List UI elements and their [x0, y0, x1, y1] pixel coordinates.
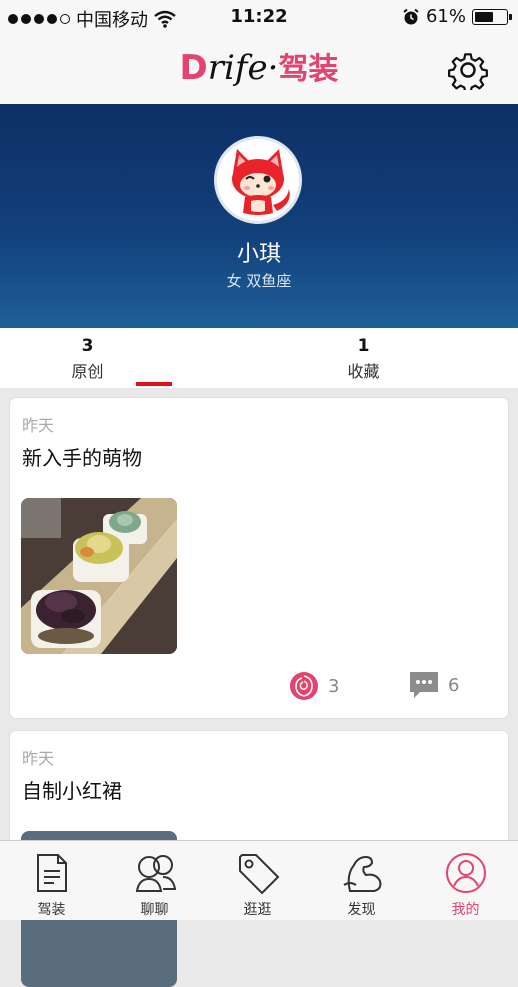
app-logo: Drife·驾装: [0, 48, 518, 90]
post-photo-succulents[interactable]: [21, 498, 177, 654]
tab-favorites-count: 1: [357, 336, 370, 356]
user-gender-zodiac: 女 双鱼座: [226, 272, 292, 290]
nav-item-mine[interactable]: 我的: [414, 841, 517, 921]
user-name: 小琪: [236, 242, 281, 267]
bottom-nav: 驾装 聊聊 逛逛 发现 我的: [0, 840, 518, 920]
logo-letter: D: [179, 48, 208, 88]
chat-people-icon: [135, 855, 177, 892]
post-date: 昨天: [22, 416, 55, 435]
avatar[interactable]: [214, 136, 302, 224]
comment-bubble-icon: [410, 672, 438, 698]
nav-item-discover[interactable]: 发现: [310, 841, 413, 921]
nav-item-browse[interactable]: 逛逛: [206, 841, 309, 921]
alarm-clock-icon: [403, 8, 419, 24]
tab-favorites[interactable]: 1 收藏: [259, 328, 518, 388]
succulent-photo-illustration: [21, 498, 177, 654]
profile-tabs: 3 原创 1 收藏: [0, 328, 518, 388]
muscle-arm-icon: [343, 855, 382, 892]
like-count: 3: [328, 675, 340, 697]
tag-icon: [239, 854, 280, 895]
post-date: 昨天: [22, 749, 55, 768]
nav-item-drive[interactable]: 驾装: [0, 841, 103, 921]
post-card[interactable]: 昨天 新入手的萌物 3 6: [10, 398, 508, 718]
status-right: 61%: [402, 6, 512, 27]
nav-label: 聊聊: [140, 902, 169, 918]
post-title: 新入手的萌物: [22, 446, 142, 470]
profile-banner: 小琪 女 双鱼座: [0, 104, 518, 328]
nav-item-chat[interactable]: 聊聊: [103, 841, 206, 921]
battery-icon: [472, 8, 512, 25]
post-title: 自制小红裙: [22, 779, 122, 803]
nav-label: 发现: [347, 902, 376, 918]
rose-icon: [290, 672, 318, 700]
battery-percent: 61%: [425, 6, 466, 27]
status-bar: 中国移动 11:22 61%: [0, 0, 518, 34]
logo-chinese: 驾装: [278, 52, 339, 87]
logo-word: rife: [207, 48, 268, 88]
settings-gear-icon[interactable]: [448, 50, 488, 90]
like-stat[interactable]: 3: [288, 670, 339, 702]
fox-avatar-icon: [232, 149, 290, 215]
tab-favorites-label: 收藏: [347, 362, 380, 381]
nav-label: 我的: [451, 902, 480, 918]
user-icon: [446, 853, 486, 893]
comment-count: 6: [448, 674, 460, 696]
document-icon: [37, 854, 67, 892]
logo-separator: ·: [267, 48, 279, 88]
nav-label: 逛逛: [243, 902, 272, 918]
nav-label: 驾装: [37, 902, 66, 918]
app-header: Drife·驾装: [0, 34, 518, 104]
active-tab-indicator: [136, 382, 172, 386]
comment-stat[interactable]: 6: [408, 670, 459, 700]
